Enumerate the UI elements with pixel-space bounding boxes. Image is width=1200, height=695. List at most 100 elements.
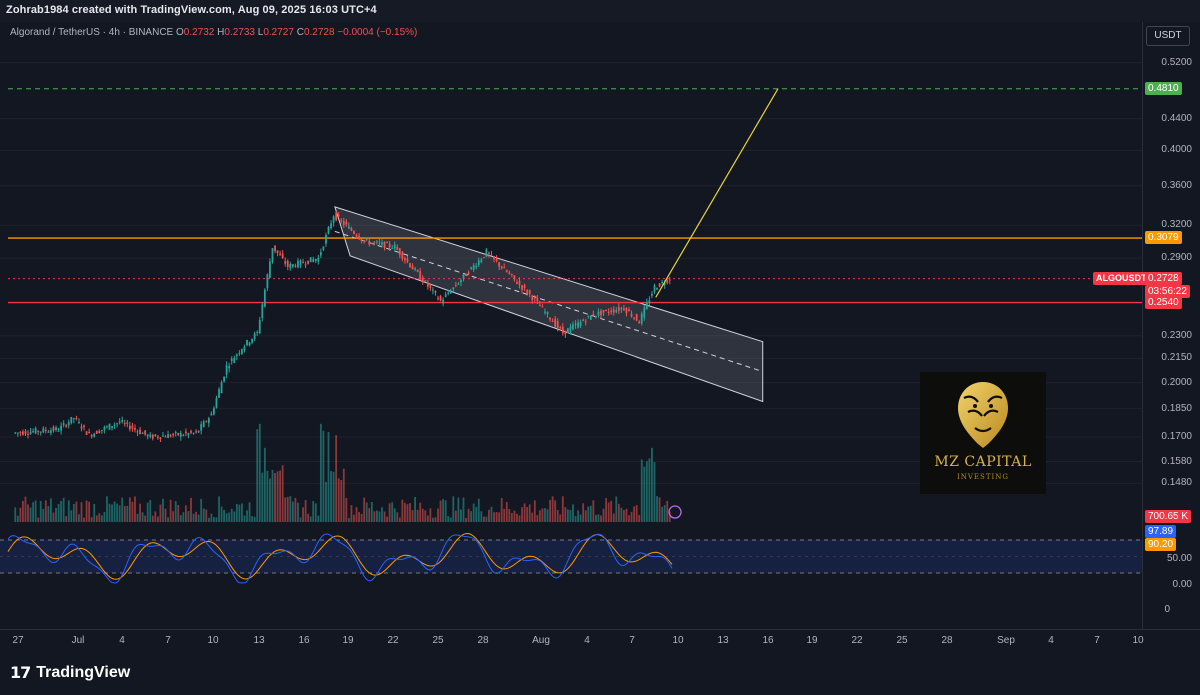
lion-logo-icon [958, 382, 1008, 448]
candle-body [350, 228, 353, 231]
time-tick: 7 [165, 635, 171, 646]
tradingview-logo[interactable]: 17 TradingView [10, 663, 130, 682]
candle-body [27, 433, 29, 435]
candle-body [584, 321, 587, 323]
volume-bar [551, 496, 554, 522]
volume-bar [39, 501, 42, 522]
volume-bar [24, 496, 27, 522]
time-axis[interactable]: 27 Jul 4 7 10 13 16 19 22 25 28 Aug 4 7 10 13 16 19 22 25 28… [0, 629, 1200, 652]
candle-body [513, 275, 516, 280]
volume-bar [90, 517, 93, 522]
volume-bar [462, 497, 465, 522]
volume-bar [574, 516, 577, 522]
candle-body [617, 307, 620, 311]
volume-bar [630, 511, 633, 522]
stoch-k-tag: 97.89 [1145, 525, 1177, 538]
volume-bar [465, 517, 467, 522]
volume-bar [337, 478, 340, 522]
legend-symbol[interactable]: Algorand / TetherUS · 4h · BINANCE [10, 27, 173, 38]
volume-bar [437, 508, 439, 522]
candle-body [24, 431, 27, 435]
candle-body [337, 215, 340, 217]
volume-bar [653, 462, 656, 522]
volume-bar [251, 516, 254, 522]
volume-bar [383, 511, 386, 522]
volume-bar [179, 515, 182, 522]
volume-bar [131, 501, 134, 522]
legend-close-label: C [296, 27, 304, 38]
candle-body [44, 429, 47, 431]
candle-body [70, 417, 73, 424]
volume-bar [516, 513, 518, 522]
candle-body [406, 258, 409, 262]
volume-bar [587, 506, 590, 522]
candle-body [37, 430, 40, 432]
candle-body [230, 358, 233, 362]
candle-body [521, 285, 523, 290]
volume-bar [493, 512, 495, 522]
candle-body [78, 421, 80, 423]
time-tick: 16 [298, 635, 310, 646]
candle-body [95, 431, 98, 434]
volume-bar [396, 512, 399, 522]
volume-bar [136, 513, 139, 522]
volume-bar [429, 508, 432, 522]
candle-body [134, 427, 136, 430]
candle-body [327, 226, 330, 234]
volume-bar [633, 506, 636, 522]
price-tick: 0.5200 [1161, 56, 1192, 68]
osc-tick-0: 0.00 [1172, 579, 1192, 590]
candle-body [360, 239, 363, 242]
candle-body [185, 431, 187, 434]
candle-body [503, 267, 506, 269]
candle-body [439, 296, 442, 301]
candle-body [538, 304, 541, 307]
candle-body [409, 263, 411, 268]
candle-body [368, 240, 371, 245]
volume-bar [347, 517, 350, 522]
candle-body [567, 328, 569, 333]
candle-body [472, 265, 475, 270]
candle-body [251, 338, 254, 343]
candle-body [22, 431, 24, 435]
chart-canvas[interactable] [0, 0, 1200, 695]
time-tick: 13 [717, 635, 729, 646]
watermark-subtitle: INVESTING [956, 473, 1009, 481]
time-tick: 19 [342, 635, 354, 646]
candle-body [302, 262, 304, 264]
candle-body [205, 421, 208, 423]
volume-bar [187, 510, 190, 522]
candle-body [414, 268, 416, 270]
volume-bar [60, 500, 63, 522]
candle-body [238, 352, 241, 354]
candle-body [358, 235, 360, 240]
candle-body [462, 274, 465, 279]
candle-body [103, 426, 106, 430]
candle-body [460, 280, 462, 283]
resistance-price-tag: 0.3079 [1145, 231, 1182, 245]
volume-bar [505, 502, 508, 522]
time-tick: 27 [12, 635, 24, 646]
price-tick: 0.4000 [1161, 144, 1192, 156]
volume-bar [538, 510, 541, 522]
candle-body [121, 420, 124, 422]
candle-body [470, 267, 473, 269]
volume-bar [470, 511, 473, 522]
volume-bar [98, 513, 101, 522]
candle-body [294, 265, 297, 267]
currency-button[interactable]: USDT [1146, 26, 1190, 46]
candle-body [60, 425, 63, 431]
candle-body [444, 294, 447, 297]
volume-bar [202, 508, 205, 522]
volume-bar [567, 509, 569, 522]
volume-bar [241, 503, 243, 522]
volume-bar [610, 500, 613, 522]
volume-bar [248, 502, 251, 522]
volume-bar [42, 508, 45, 522]
volume-bar [22, 500, 24, 522]
candle-body [559, 326, 562, 328]
volume-bar [47, 505, 50, 522]
volume-bar [424, 510, 427, 522]
candle-body [80, 426, 83, 429]
candle-body [551, 321, 554, 323]
